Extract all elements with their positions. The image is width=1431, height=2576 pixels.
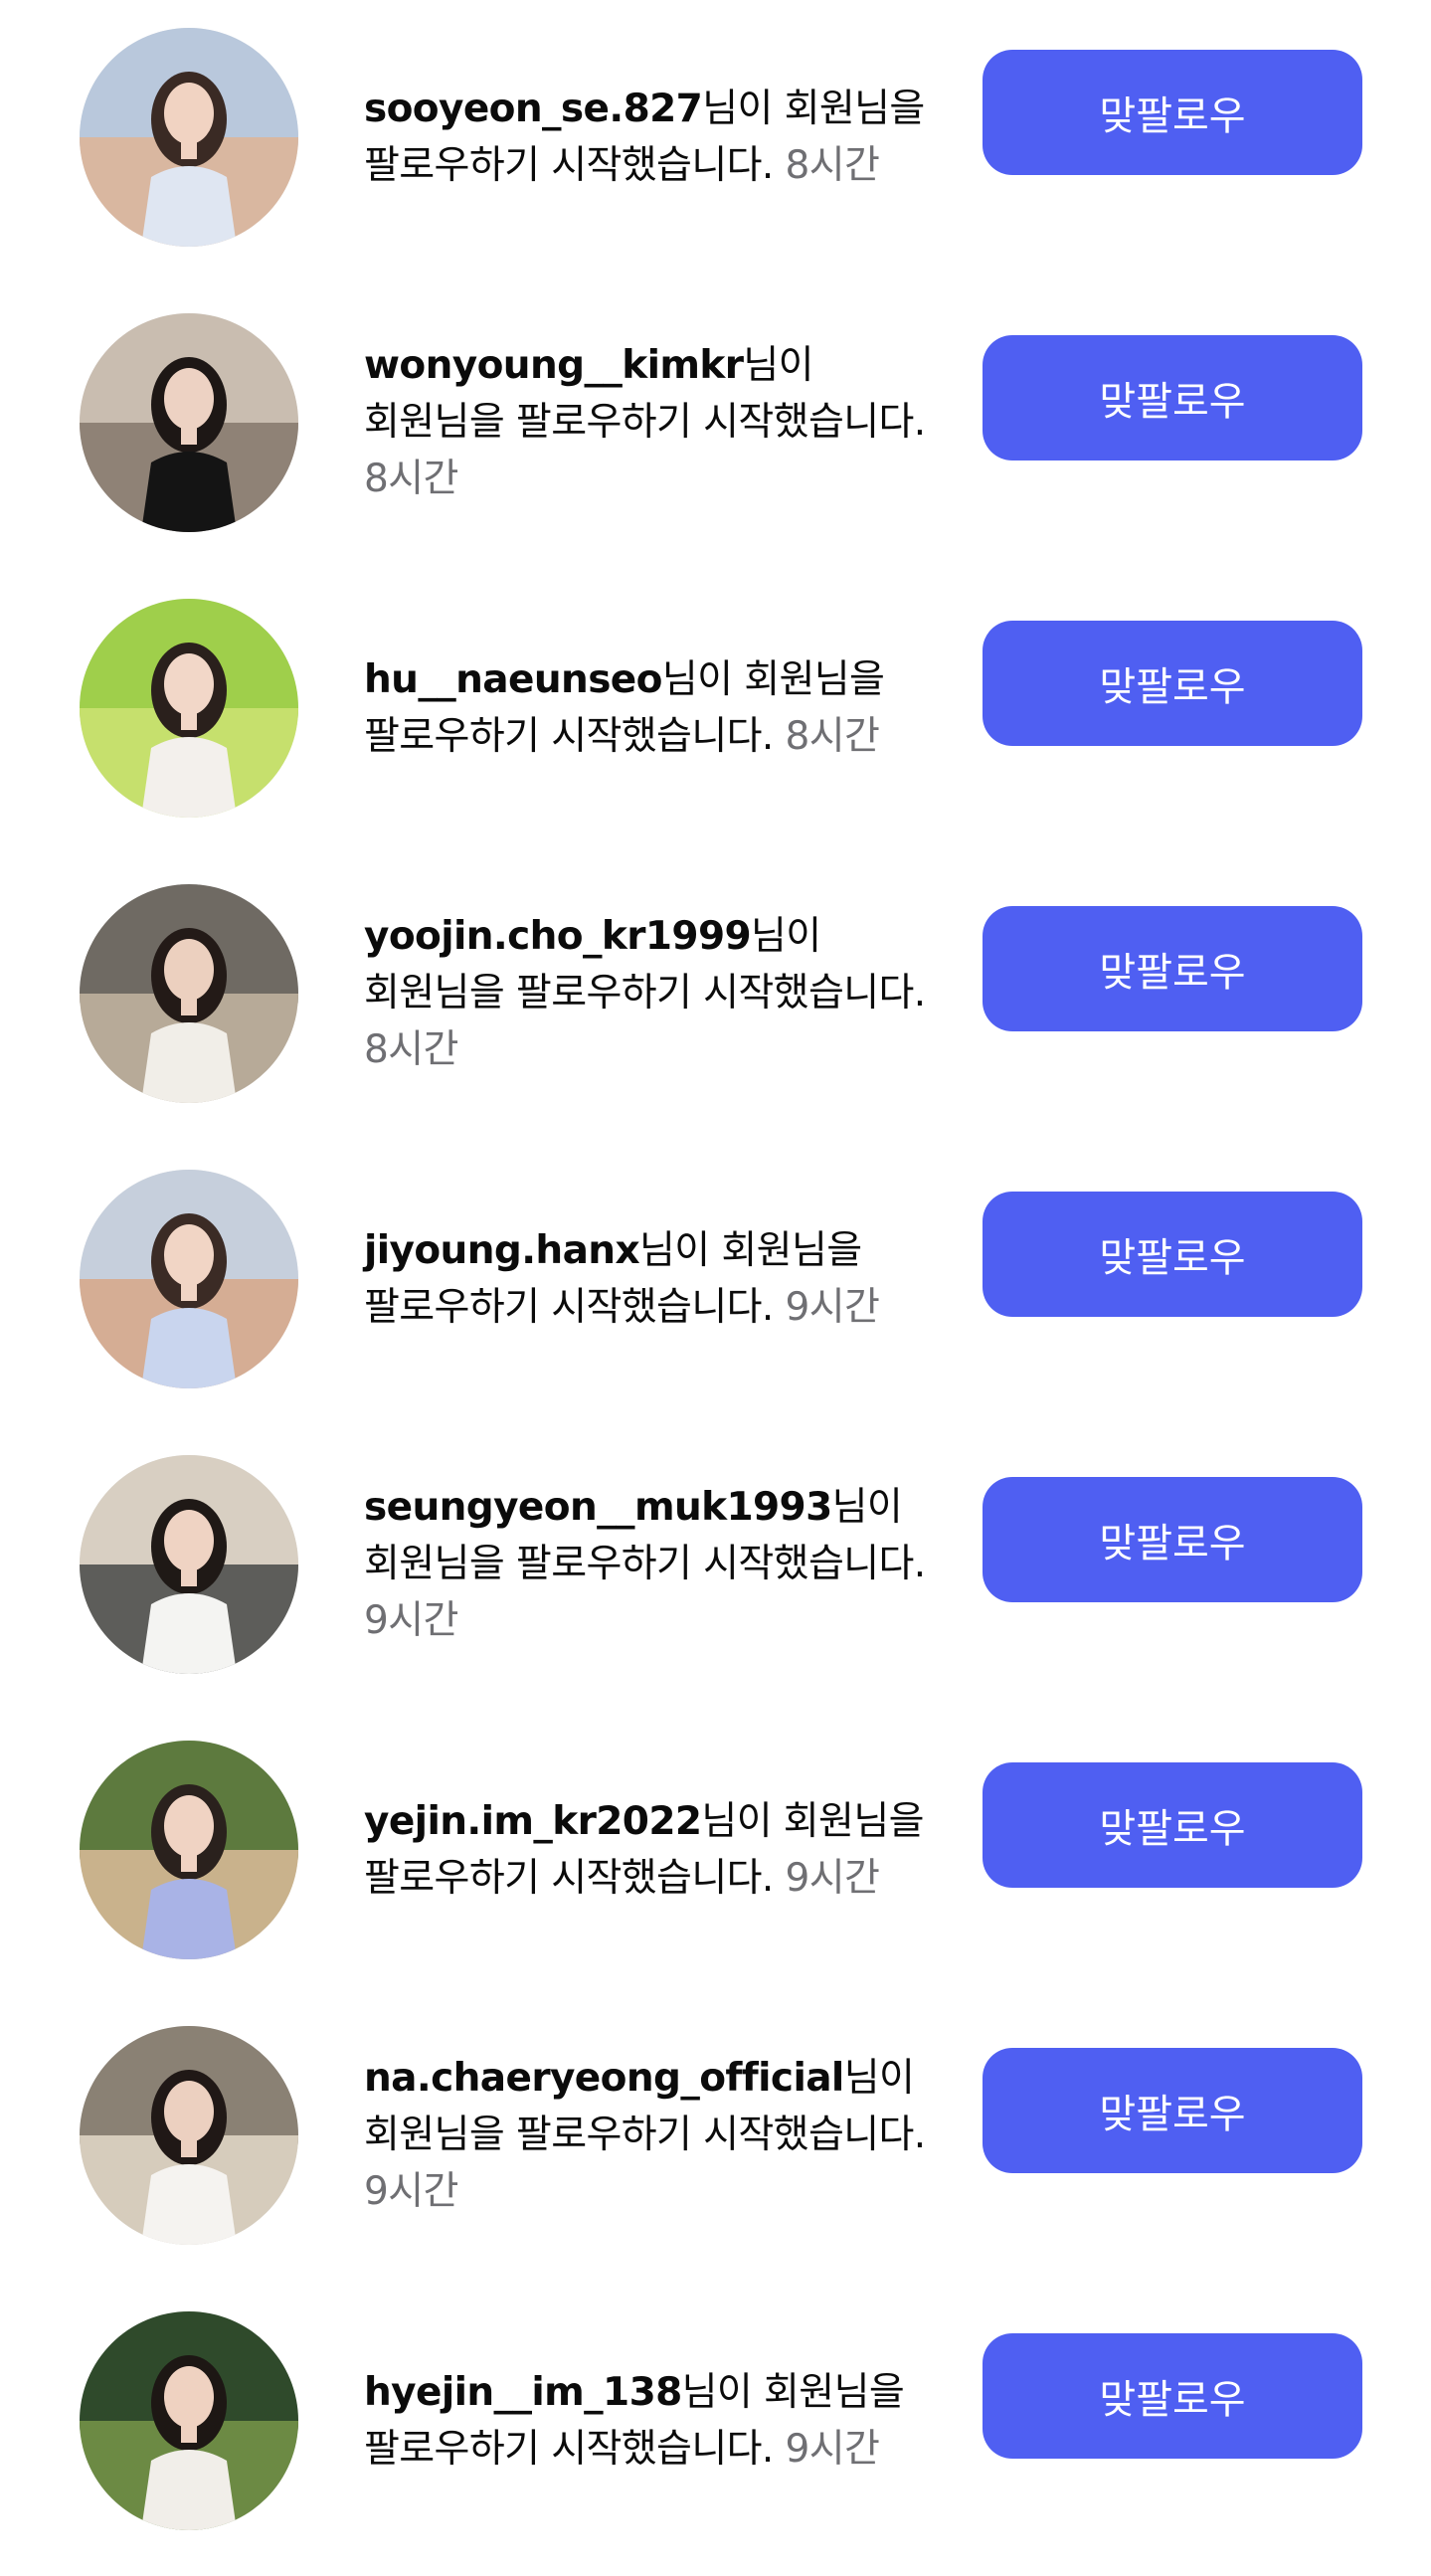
notification-time: 8시간 xyxy=(785,143,880,188)
notification-text: na.chaeryeong_official님이 회원님을 팔로우하기 시작했습… xyxy=(364,2050,941,2220)
avatar-photo-image xyxy=(80,1170,298,1388)
username-link[interactable]: yoojin.cho_kr1999 xyxy=(364,914,752,959)
profile-avatar[interactable] xyxy=(80,313,298,532)
avatar-photo-image xyxy=(80,599,298,818)
notification-text: seungyeon__muk1993님이 회원님을 팔로우하기 시작했습니다. … xyxy=(364,1479,941,1649)
follow-notification-row: yejin.im_kr2022님이 회원님을 팔로우하기 시작했습니다. 9시간… xyxy=(0,1741,1431,1959)
avatar-photo-image xyxy=(80,1455,298,1674)
notification-time: 9시간 xyxy=(364,1598,458,1643)
avatar-photo-image xyxy=(80,313,298,532)
username-link[interactable]: hu__naeunseo xyxy=(364,657,662,702)
username-link[interactable]: seungyeon__muk1993 xyxy=(364,1485,832,1530)
profile-avatar[interactable] xyxy=(80,28,298,247)
notification-text: yejin.im_kr2022님이 회원님을 팔로우하기 시작했습니다. 9시간 xyxy=(364,1793,941,1907)
username-link[interactable]: jiyoung.hanx xyxy=(364,1228,640,1273)
follow-back-button[interactable]: 맞팔로우 xyxy=(983,1477,1362,1602)
username-link[interactable]: sooyeon_se.827 xyxy=(364,87,703,131)
notification-text: yoojin.cho_kr1999님이 회원님을 팔로우하기 시작했습니다. 8… xyxy=(364,908,941,1078)
notification-text: wonyoung__kimkr님이 회원님을 팔로우하기 시작했습니다. 8시간 xyxy=(364,337,941,507)
notification-text: jiyoung.hanx님이 회원님을 팔로우하기 시작했습니다. 9시간 xyxy=(364,1222,941,1336)
follow-notification-row: na.chaeryeong_official님이 회원님을 팔로우하기 시작했습… xyxy=(0,2026,1431,2245)
notification-time: 9시간 xyxy=(785,1856,880,1901)
profile-avatar[interactable] xyxy=(80,599,298,818)
profile-avatar[interactable] xyxy=(80,1455,298,1674)
profile-avatar[interactable] xyxy=(80,2311,298,2530)
notification-time: 8시간 xyxy=(364,457,458,501)
username-link[interactable]: na.chaeryeong_official xyxy=(364,2056,844,2101)
follow-notification-row: jiyoung.hanx님이 회원님을 팔로우하기 시작했습니다. 9시간 맞팔… xyxy=(0,1170,1431,1388)
follow-back-button[interactable]: 맞팔로우 xyxy=(983,2048,1362,2173)
avatar-photo-image xyxy=(80,2026,298,2245)
follow-back-button[interactable]: 맞팔로우 xyxy=(983,335,1362,460)
profile-avatar[interactable] xyxy=(80,1741,298,1959)
avatar-photo-image xyxy=(80,2311,298,2530)
follow-back-button[interactable]: 맞팔로우 xyxy=(983,621,1362,746)
follow-notification-row: hu__naeunseo님이 회원님을 팔로우하기 시작했습니다. 8시간 맞팔… xyxy=(0,599,1431,818)
follow-back-button[interactable]: 맞팔로우 xyxy=(983,1762,1362,1888)
notification-text: hyejin__im_138님이 회원님을 팔로우하기 시작했습니다. 9시간 xyxy=(364,2364,941,2478)
avatar-photo-image xyxy=(80,28,298,247)
follow-back-button[interactable]: 맞팔로우 xyxy=(983,1192,1362,1317)
follow-notification-row: wonyoung__kimkr님이 회원님을 팔로우하기 시작했습니다. 8시간… xyxy=(0,313,1431,532)
notification-time: 9시간 xyxy=(785,1285,880,1330)
follow-notification-list: sooyeon_se.827님이 회원님을 팔로우하기 시작했습니다. 8시간 … xyxy=(0,0,1431,2576)
profile-avatar[interactable] xyxy=(80,884,298,1103)
follow-back-button[interactable]: 맞팔로우 xyxy=(983,906,1362,1031)
avatar-photo-image xyxy=(80,884,298,1103)
notification-text: hu__naeunseo님이 회원님을 팔로우하기 시작했습니다. 8시간 xyxy=(364,651,941,765)
follow-back-button[interactable]: 맞팔로우 xyxy=(983,50,1362,175)
notification-time: 9시간 xyxy=(364,2169,458,2214)
notification-time: 9시간 xyxy=(785,2427,880,2472)
notification-time: 8시간 xyxy=(785,714,880,759)
notification-text: sooyeon_se.827님이 회원님을 팔로우하기 시작했습니다. 8시간 xyxy=(364,81,941,194)
follow-notification-row: sooyeon_se.827님이 회원님을 팔로우하기 시작했습니다. 8시간 … xyxy=(0,28,1431,247)
follow-notification-row: yoojin.cho_kr1999님이 회원님을 팔로우하기 시작했습니다. 8… xyxy=(0,884,1431,1103)
username-link[interactable]: hyejin__im_138 xyxy=(364,2370,682,2415)
username-link[interactable]: yejin.im_kr2022 xyxy=(364,1799,702,1844)
avatar-photo-image xyxy=(80,1741,298,1959)
follow-notification-row: hyejin__im_138님이 회원님을 팔로우하기 시작했습니다. 9시간 … xyxy=(0,2311,1431,2530)
profile-avatar[interactable] xyxy=(80,1170,298,1388)
follow-notification-row: seungyeon__muk1993님이 회원님을 팔로우하기 시작했습니다. … xyxy=(0,1455,1431,1674)
profile-avatar[interactable] xyxy=(80,2026,298,2245)
notification-time: 8시간 xyxy=(364,1027,458,1072)
follow-back-button[interactable]: 맞팔로우 xyxy=(983,2333,1362,2459)
username-link[interactable]: wonyoung__kimkr xyxy=(364,343,744,388)
